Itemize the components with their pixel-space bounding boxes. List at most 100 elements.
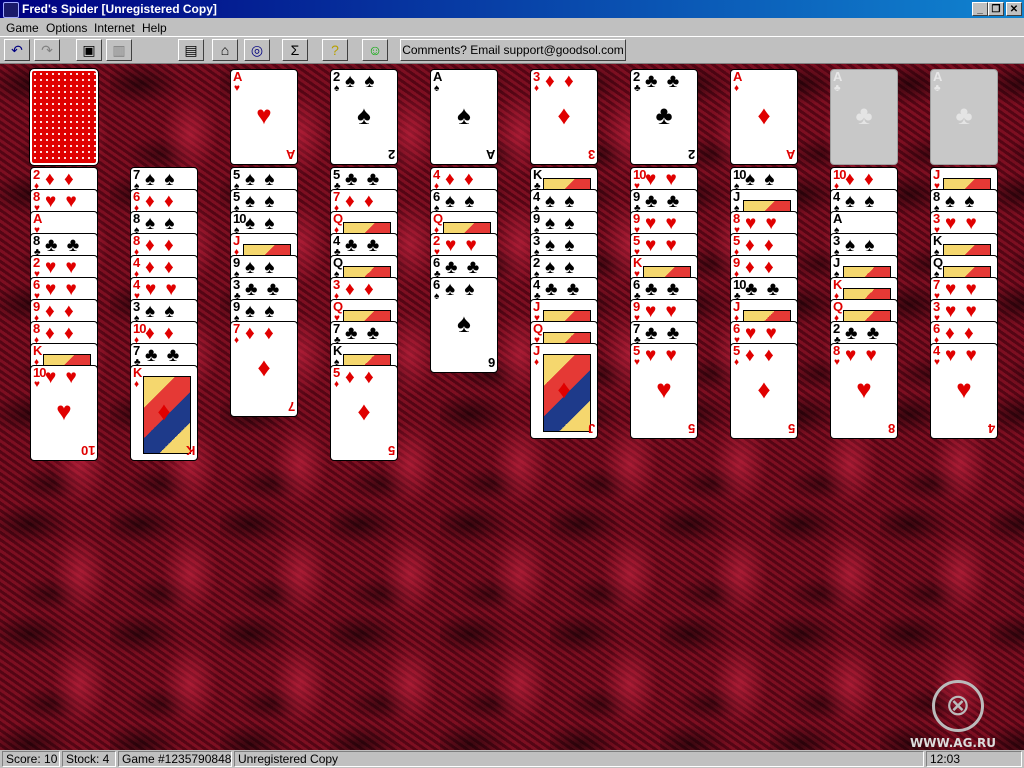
card-center-suit-icon: ♦ <box>757 100 771 130</box>
card-rank-bottom: 5 <box>687 421 695 436</box>
card-rank: J <box>833 255 840 270</box>
tableau-card[interactable]: K ♦ ♦ K <box>130 365 198 461</box>
card-suit-icon: ♠ <box>434 291 440 302</box>
card-rank: A <box>933 69 942 84</box>
card-rank: Q <box>333 299 343 314</box>
card-rank: J <box>233 233 240 248</box>
card-pips: ♦ ♦ <box>345 367 376 388</box>
menu-help[interactable]: Help <box>142 21 167 35</box>
card-pips: ♠ ♠ <box>445 191 477 212</box>
card-pips: ♠ ♠ <box>145 213 177 234</box>
card-pips: ♥ ♥ <box>45 367 79 388</box>
foundation-pile[interactable]: A ♣ ♣ <box>930 69 998 165</box>
menu-internet[interactable]: Internet <box>94 21 135 35</box>
home-button[interactable]: ⌂ <box>212 39 238 61</box>
card-rank: 2 <box>33 167 40 182</box>
card-rank: 4 <box>333 233 340 248</box>
card-rank: A <box>833 211 842 226</box>
card-center-suit-icon: ♥ <box>656 374 672 404</box>
card-pips: ♣ ♣ <box>345 169 382 190</box>
card-pips: ♦ ♦ <box>745 257 776 278</box>
disabled-button[interactable]: ▥ <box>106 39 132 61</box>
foundation-pile[interactable]: 2 ♣ ♣ ♣ ♣ 2 <box>630 69 698 165</box>
tableau-card[interactable]: 5 ♦ ♦ ♦ ♦ 5 <box>330 365 398 461</box>
foundation-pile[interactable]: A ♠ ♠ A <box>430 69 498 165</box>
card-pips: ♠ ♠ <box>445 279 477 300</box>
card-rank: 7 <box>333 189 340 204</box>
tableau-card[interactable]: 10 ♥ ♥ ♥ ♥ 10 <box>30 365 98 461</box>
empty-slot-icon: ♣ <box>955 100 973 130</box>
card-pips: ♠ ♠ <box>245 257 277 278</box>
card-center-suit-icon: ♥ <box>956 374 972 404</box>
search-globe-button[interactable]: ◎ <box>244 39 270 61</box>
minimize-button[interactable]: _ <box>972 2 988 16</box>
clock: 12:03 <box>926 751 1022 767</box>
tableau-card[interactable]: J ♦ ♦ J <box>530 343 598 439</box>
card-rank: Q <box>433 211 443 226</box>
card-rank: 9 <box>733 255 740 270</box>
foundation-pile[interactable]: A ♣ ♣ <box>830 69 898 165</box>
camera-button[interactable]: ▣ <box>76 39 102 61</box>
card-pips: ♦ ♦ <box>845 169 876 190</box>
card-rank: 6 <box>933 321 940 336</box>
card-pips: ♥ ♥ <box>945 301 979 322</box>
card-pips: ♣ ♣ <box>545 279 582 300</box>
tableau-card[interactable]: 8 ♥ ♥ ♥ ♥ 8 <box>830 343 898 439</box>
camera-icon: ▣ <box>82 42 96 58</box>
card-rank: 7 <box>133 167 140 182</box>
redo-button[interactable]: ↷ <box>34 39 60 61</box>
foundation-pile[interactable]: A ♦ ♦ A <box>730 69 798 165</box>
game-table: A ♥ ♥ A 2 ♠ ♠ ♠ ♠ 2 A ♠ ♠ A 3 ♦ ♦ ♦ ♦ 3 2 ♣ ♣ ♣ ♣ 2 A ♦ ♦ A A ♣ ♣ A ♣ ♣ 2… <box>0 64 1024 750</box>
card-pips: ♦ ♦ <box>45 323 76 344</box>
card-pips: ♦ ♦ <box>145 235 176 256</box>
foundation-pile[interactable]: 2 ♠ ♠ ♠ ♠ 2 <box>330 69 398 165</box>
card-rank: 7 <box>133 343 140 358</box>
comments-button[interactable]: Comments? Email support@goodsol.com <box>400 39 626 61</box>
sigma-button[interactable]: Σ <box>282 39 308 61</box>
foundation-pile[interactable]: A ♥ ♥ A <box>230 69 298 165</box>
card-rank: 4 <box>833 189 840 204</box>
card-rank: 9 <box>633 211 640 226</box>
smiley-button[interactable]: ☺ <box>362 39 388 61</box>
card-suit-icon: ♦ <box>734 357 740 368</box>
card-rank-bottom: A <box>785 147 795 162</box>
stock-pile[interactable] <box>29 68 99 166</box>
tableau-card[interactable]: 7 ♦ ♦ ♦ ♦ 7 <box>230 321 298 417</box>
card-pips: ♠ ♠ <box>245 213 277 234</box>
card-rank: 8 <box>33 189 40 204</box>
card-suit-icon: ♦ <box>534 357 540 368</box>
disabled-icon: ▥ <box>112 42 126 58</box>
hint-button[interactable]: ? <box>322 39 348 61</box>
bin-button[interactable]: ▤ <box>178 39 204 61</box>
maximize-button[interactable]: ❐ <box>988 2 1004 16</box>
close-button[interactable]: ✕ <box>1006 2 1022 16</box>
card-rank: J <box>533 343 540 358</box>
card-suit-icon: ♠ <box>434 83 440 94</box>
tableau-card[interactable]: 6 ♠ ♠ ♠ ♠ 6 <box>430 277 498 373</box>
tableau-card[interactable]: 4 ♥ ♥ ♥ ♥ 4 <box>930 343 998 439</box>
card-rank-bottom: 2 <box>387 147 395 162</box>
menu-game[interactable]: Game <box>6 21 39 35</box>
foundation-pile[interactable]: 3 ♦ ♦ ♦ ♦ 3 <box>530 69 598 165</box>
card-rank: 2 <box>333 69 340 84</box>
card-suit-icon: ♦ <box>534 83 540 94</box>
card-pips: ♣ ♣ <box>345 235 382 256</box>
card-rank: K <box>33 343 42 358</box>
tableau-card[interactable]: 5 ♥ ♥ ♥ ♥ 5 <box>630 343 698 439</box>
card-rank: 9 <box>533 211 540 226</box>
watermark: WWW.AG.RU <box>910 736 996 750</box>
card-pips: ♣ ♣ <box>645 323 682 344</box>
bin-icon: ▤ <box>184 42 198 58</box>
card-pips: ♥ ♥ <box>645 301 679 322</box>
tableau-card[interactable]: 5 ♦ ♦ ♦ ♦ 5 <box>730 343 798 439</box>
card-pips: ♣ ♣ <box>645 71 682 92</box>
card-rank: 8 <box>733 211 740 226</box>
card-rank: 8 <box>833 343 840 358</box>
card-pips: ♦ ♦ <box>745 235 776 256</box>
undo-button[interactable]: ↶ <box>4 39 30 61</box>
card-rank: Q <box>333 255 343 270</box>
card-rank: J <box>533 299 540 314</box>
menu-options[interactable]: Options <box>46 21 87 35</box>
card-pips: ♠ ♠ <box>845 191 877 212</box>
card-rank: 2 <box>633 69 640 84</box>
